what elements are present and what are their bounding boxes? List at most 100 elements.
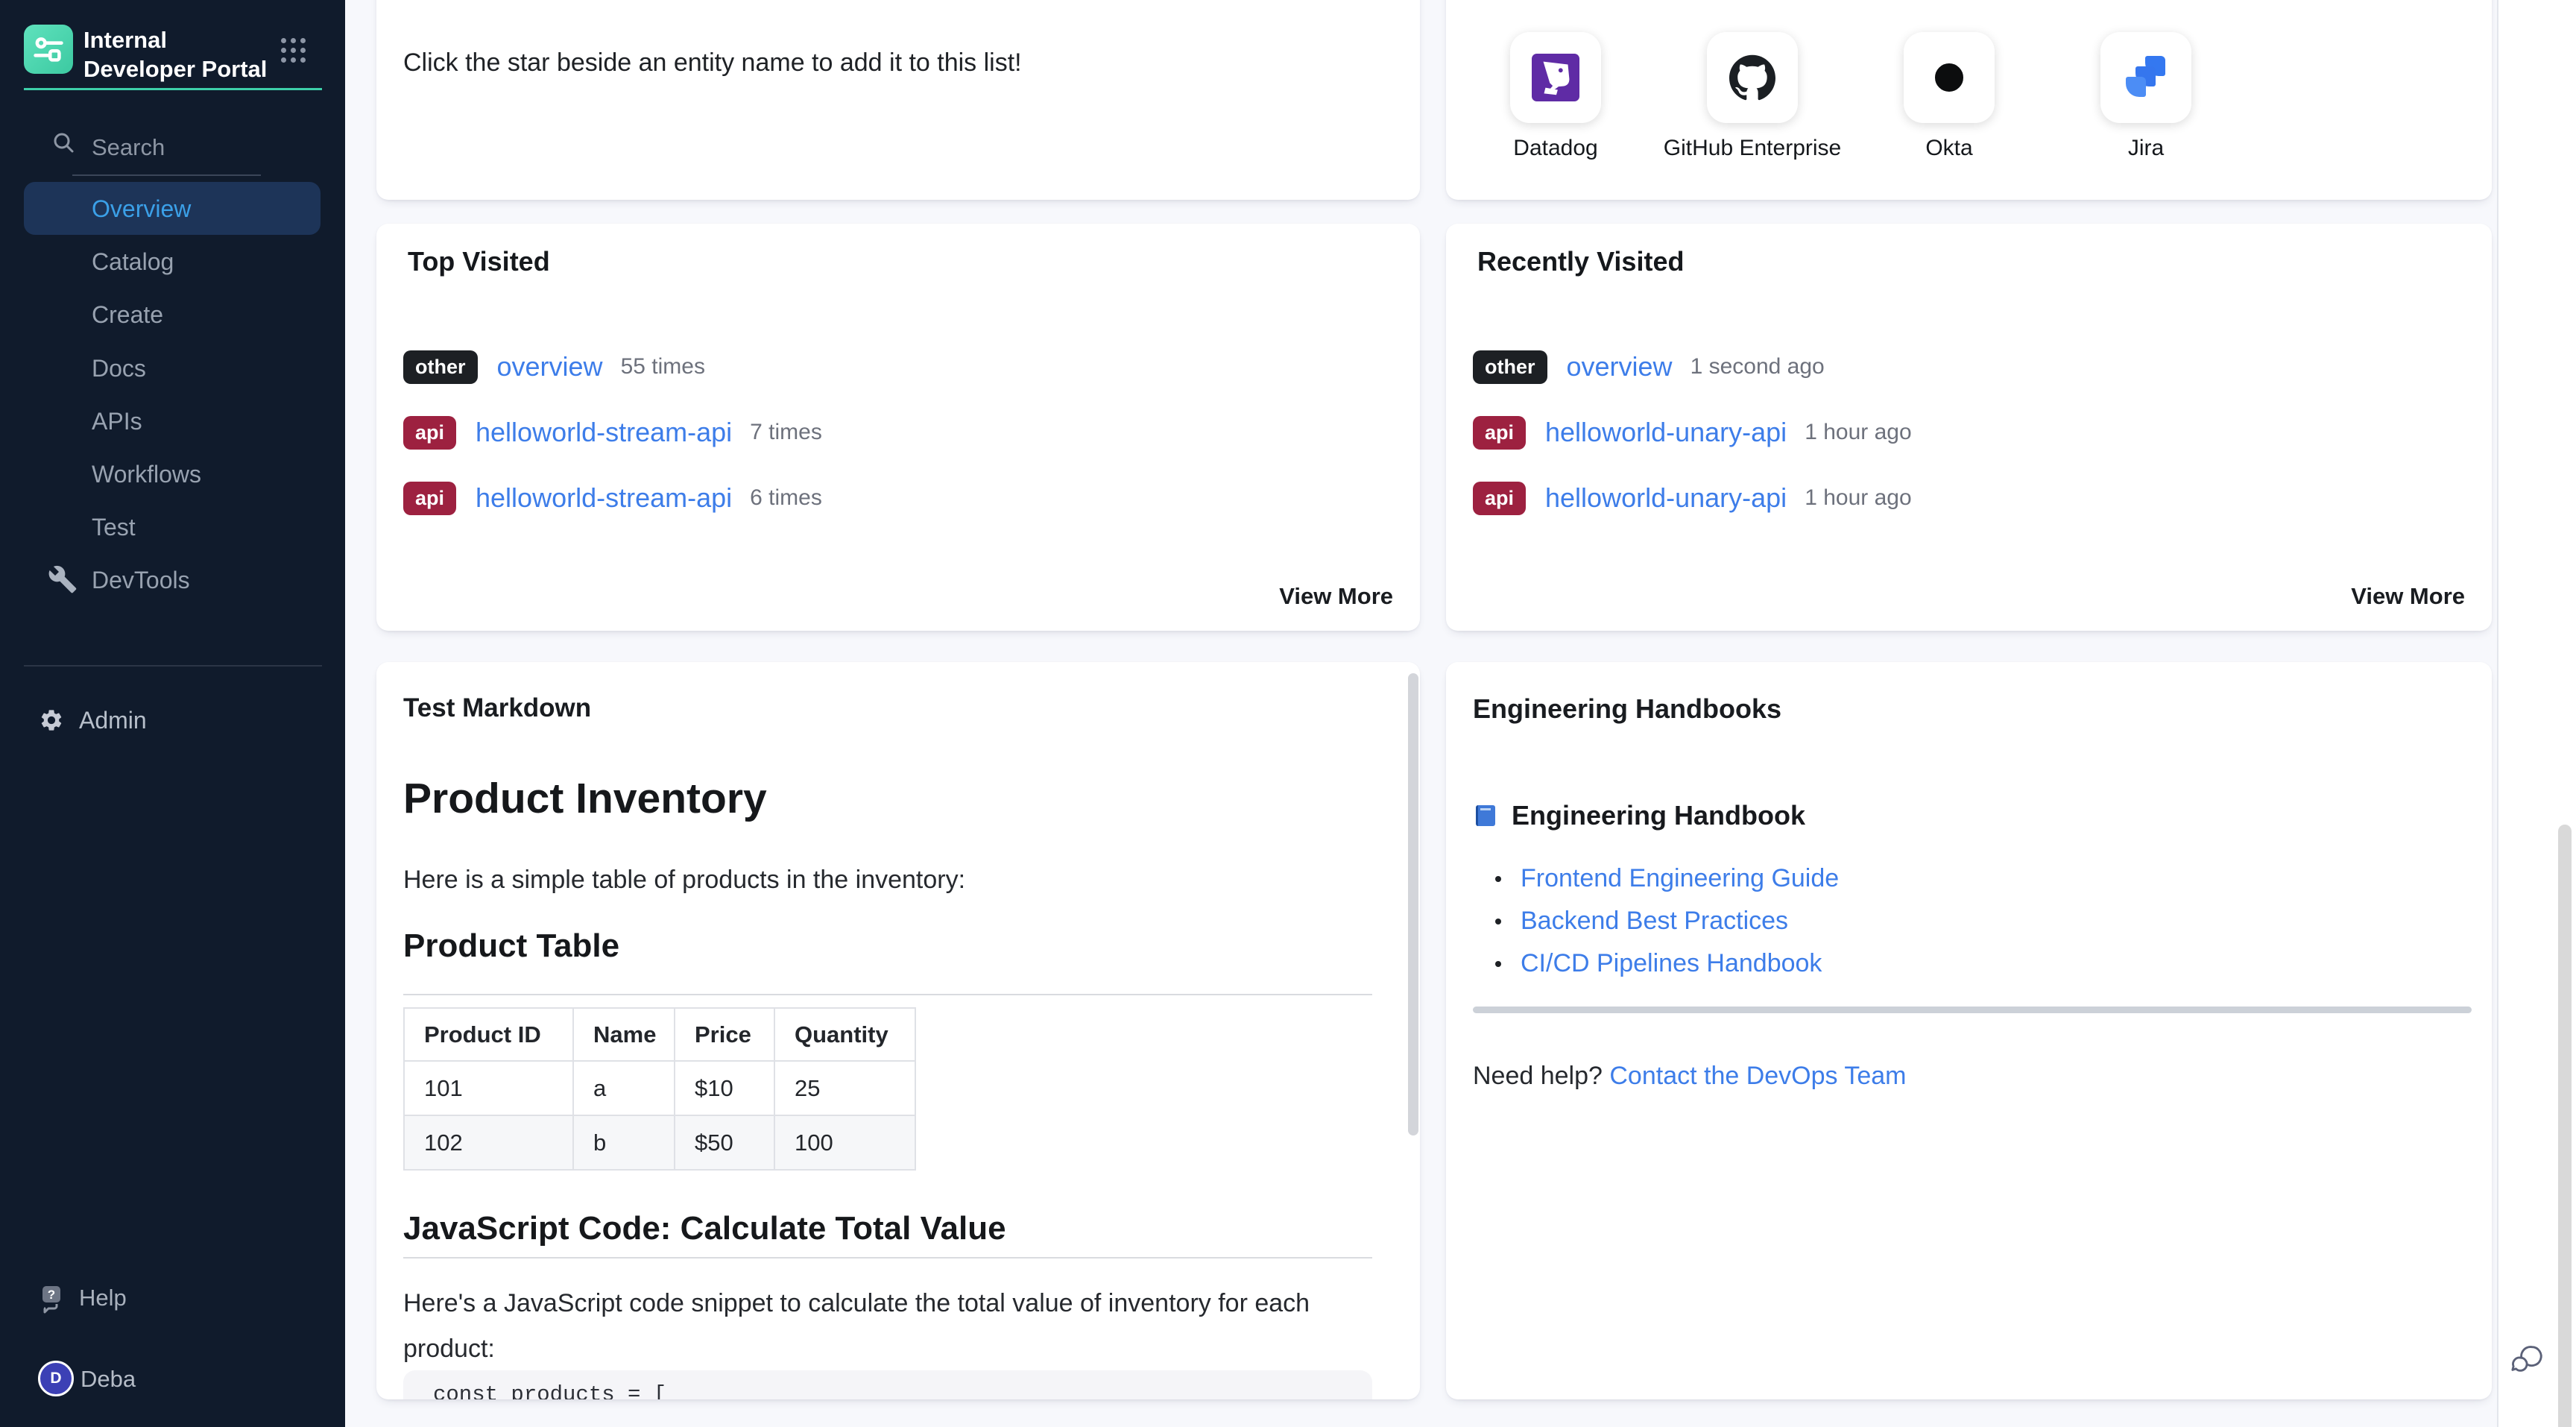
kind-badge: api xyxy=(1473,482,1526,515)
sidebar: Internal Developer Portal Search Overvie… xyxy=(0,0,345,1427)
sidebar-item-test[interactable]: Test xyxy=(92,512,136,542)
sidebar-item-workflows[interactable]: Workflows xyxy=(92,459,201,489)
sidebar-search[interactable]: Search xyxy=(0,127,345,168)
recently-visited-title: Recently Visited xyxy=(1477,246,1684,277)
sidebar-item-help[interactable]: Help xyxy=(79,1285,127,1311)
handbook-link-backend[interactable]: Backend Best Practices xyxy=(1521,907,1788,936)
sidebar-item-devtools[interactable]: DevTools xyxy=(92,565,190,595)
table-header: Quantity xyxy=(774,1008,915,1061)
tool-label-okta: Okta xyxy=(1925,136,1972,161)
sidebar-item-catalog[interactable]: Catalog xyxy=(92,247,174,277)
sidebar-item-admin[interactable]: Admin xyxy=(79,707,147,734)
handbook-section-header: Engineering Handbook xyxy=(1473,800,1805,831)
bullet xyxy=(1495,919,1501,924)
visit-count: 7 times xyxy=(750,420,822,445)
starred-entities-card: Click the star beside an entity name to … xyxy=(376,0,1420,200)
tool-label-datadog: Datadog xyxy=(1513,136,1597,161)
wrench-icon xyxy=(48,564,78,594)
sidebar-item-apis[interactable]: APIs xyxy=(92,406,142,436)
search-icon xyxy=(52,131,75,154)
table-cell: $50 xyxy=(675,1115,774,1170)
page-scrollbar-thumb[interactable] xyxy=(2558,825,2572,1427)
sidebar-item-overview[interactable]: Overview xyxy=(92,194,191,224)
sidebar-divider xyxy=(24,665,322,667)
entity-link[interactable]: helloworld-unary-api xyxy=(1545,417,1787,448)
tool-tile-github[interactable] xyxy=(1707,32,1798,123)
list-item: Backend Best Practices xyxy=(1495,900,1839,942)
table-header: Price xyxy=(675,1008,774,1061)
markdown-intro: Here is a simple table of products in th… xyxy=(403,857,965,903)
handbook-link-frontend[interactable]: Frontend Engineering Guide xyxy=(1521,864,1839,893)
visit-count: 55 times xyxy=(621,354,705,379)
visited-row: api helloworld-unary-api 1 hour ago xyxy=(1473,477,1912,519)
avatar[interactable]: D xyxy=(38,1361,74,1396)
svg-text:?: ? xyxy=(48,1288,55,1302)
chat-icon[interactable] xyxy=(2510,1342,2545,1376)
test-markdown-card: Test Markdown Product Inventory Here is … xyxy=(376,662,1420,1399)
markdown-code-intro: Here's a JavaScript code snippet to calc… xyxy=(403,1281,1357,1372)
handbook-section-title: Engineering Handbook xyxy=(1512,800,1805,831)
okta-icon xyxy=(1935,63,1963,92)
view-more-button[interactable]: View More xyxy=(2351,583,2465,610)
code-text: const products = [ xyxy=(403,1370,1372,1399)
kind-badge: api xyxy=(403,482,456,515)
list-item: Frontend Engineering Guide xyxy=(1495,857,1839,900)
visited-row: api helloworld-unary-api 1 hour ago xyxy=(1473,412,1912,453)
table-cell: 25 xyxy=(774,1061,915,1115)
search-input[interactable]: Search xyxy=(92,134,165,161)
app-title: Internal Developer Portal xyxy=(83,25,277,84)
markdown-h2-code: JavaScript Code: Calculate Total Value xyxy=(403,1210,1006,1247)
markdown-h1: Product Inventory xyxy=(403,774,767,823)
tool-tile-jira[interactable] xyxy=(2100,32,2191,123)
entity-link[interactable]: helloworld-unary-api xyxy=(1545,482,1787,514)
table-row: 101 a $10 25 xyxy=(404,1061,915,1115)
handbook-link-cicd[interactable]: CI/CD Pipelines Handbook xyxy=(1521,949,1822,978)
handbooks-card-title: Engineering Handbooks xyxy=(1473,693,1781,725)
sidebar-item-docs[interactable]: Docs xyxy=(92,353,146,383)
markdown-h2-table: Product Table xyxy=(403,927,619,965)
thick-divider xyxy=(1473,1007,2472,1013)
table-cell: b xyxy=(573,1115,675,1170)
contact-devops-link[interactable]: Contact the DevOps Team xyxy=(1609,1062,1906,1090)
sidebar-item-create[interactable]: Create xyxy=(92,300,163,330)
visit-time: 1 hour ago xyxy=(1805,420,1911,445)
table-header-row: Product ID Name Price Quantity xyxy=(404,1008,915,1061)
kind-badge: api xyxy=(1473,416,1526,450)
product-table: Product ID Name Price Quantity 101 a $10… xyxy=(403,1007,916,1171)
visited-row: other overview 55 times xyxy=(403,346,705,388)
markdown-rule xyxy=(403,994,1372,995)
apps-grid-icon[interactable] xyxy=(281,38,306,63)
entity-link[interactable]: helloworld-stream-api xyxy=(476,417,732,448)
tool-label-github: GitHub Enterprise xyxy=(1664,136,1841,161)
datadog-icon xyxy=(1532,54,1579,101)
need-help-prefix: Need help? xyxy=(1473,1062,1603,1090)
table-cell: 100 xyxy=(774,1115,915,1170)
kind-badge: other xyxy=(403,350,478,384)
need-help-text: Need help? Contact the DevOps Team xyxy=(1473,1062,1907,1091)
markdown-rule xyxy=(403,1257,1372,1259)
entity-link[interactable]: overview xyxy=(1567,351,1673,382)
handbooks-card: Engineering Handbooks Engineering Handbo… xyxy=(1446,662,2492,1399)
tool-tile-datadog[interactable] xyxy=(1510,32,1601,123)
help-icon: ? xyxy=(39,1284,69,1314)
card-scrollbar-thumb[interactable] xyxy=(1408,673,1418,1135)
entity-link[interactable]: helloworld-stream-api xyxy=(476,482,732,514)
handbook-links-list: Frontend Engineering Guide Backend Best … xyxy=(1495,857,1839,985)
bullet xyxy=(1495,961,1501,967)
book-icon xyxy=(1473,802,1500,829)
sidebar-accent-divider xyxy=(24,88,322,90)
visited-row: api helloworld-stream-api 7 times xyxy=(403,412,822,453)
table-header: Product ID xyxy=(404,1008,573,1061)
github-icon xyxy=(1729,54,1775,101)
user-name[interactable]: Deba xyxy=(80,1366,136,1393)
visit-time: 1 hour ago xyxy=(1805,485,1911,511)
list-item: CI/CD Pipelines Handbook xyxy=(1495,942,1839,985)
top-visited-card: Top Visited other overview 55 times api … xyxy=(376,224,1420,631)
top-visited-title: Top Visited xyxy=(408,246,550,277)
kind-badge: other xyxy=(1473,350,1547,384)
entity-link[interactable]: overview xyxy=(497,351,603,382)
tool-tile-okta[interactable] xyxy=(1904,32,1995,123)
view-more-button[interactable]: View More xyxy=(1279,583,1393,610)
visited-row: other overview 1 second ago xyxy=(1473,346,1825,388)
app-logo-icon[interactable] xyxy=(24,25,73,74)
